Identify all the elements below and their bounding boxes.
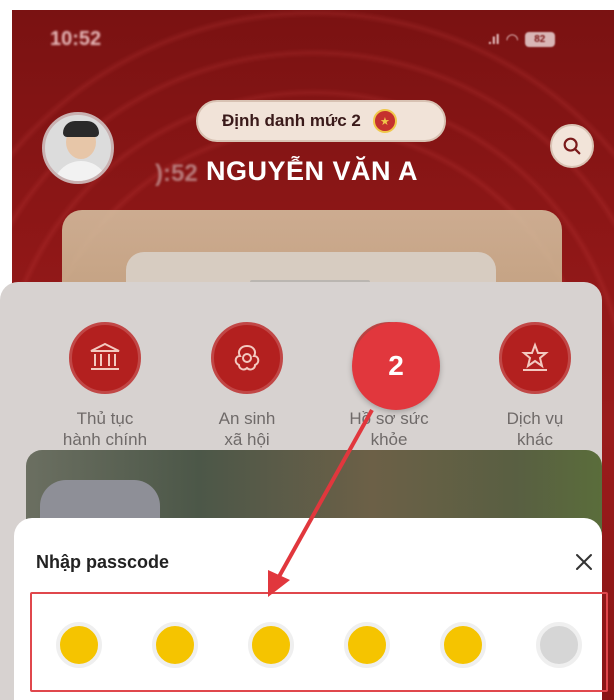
status-icons: .ıl ◠ 82 bbox=[488, 30, 555, 48]
shield-icon: ★ bbox=[372, 109, 397, 133]
service-social-welfare[interactable]: An sinh xã hội bbox=[182, 322, 312, 450]
avatar[interactable] bbox=[42, 112, 114, 184]
passcode-dot-filled bbox=[152, 622, 198, 668]
service-administrative[interactable]: Thủ tục hành chính bbox=[40, 322, 170, 450]
passcode-dot-empty bbox=[536, 622, 582, 668]
passcode-dot-filled bbox=[56, 622, 102, 668]
passcode-title: Nhập passcode bbox=[36, 552, 170, 572]
other-services-icon bbox=[499, 322, 571, 394]
battery-icon: 82 bbox=[524, 31, 555, 47]
user-name: NGUYỄN VĂN A bbox=[206, 156, 419, 186]
passcode-dot-filled bbox=[344, 622, 390, 668]
passcode-dot-filled bbox=[248, 622, 294, 668]
identity-level-badge[interactable]: Định danh mức 2 ★ bbox=[196, 100, 446, 142]
close-button[interactable] bbox=[570, 548, 598, 576]
passcode-dot-filled bbox=[440, 622, 486, 668]
service-label: Thủ tục hành chính bbox=[62, 409, 148, 449]
identity-level-label: Định danh mức 2 bbox=[222, 111, 361, 130]
search-icon bbox=[563, 137, 581, 155]
service-other[interactable]: Dịch vụ khác bbox=[470, 322, 600, 450]
wifi-icon: ◠ bbox=[505, 31, 519, 48]
avatar-hair bbox=[63, 121, 99, 137]
government-building-icon bbox=[69, 322, 141, 394]
avatar-body bbox=[53, 161, 109, 181]
signal-icon: .ıl bbox=[488, 31, 500, 47]
service-label: Dịch vụ khác bbox=[506, 409, 564, 449]
status-time: 10:52 bbox=[50, 28, 102, 50]
passcode-highlight-box bbox=[30, 592, 608, 692]
search-button[interactable] bbox=[550, 124, 594, 168]
step-number-badge: 2 bbox=[352, 322, 440, 410]
close-icon bbox=[576, 554, 592, 570]
service-label: An sinh xã hội bbox=[218, 409, 276, 449]
service-label: Hồ sơ sức khỏe bbox=[349, 409, 429, 449]
name-prefix: ):52 bbox=[155, 160, 198, 187]
social-welfare-icon bbox=[211, 322, 283, 394]
